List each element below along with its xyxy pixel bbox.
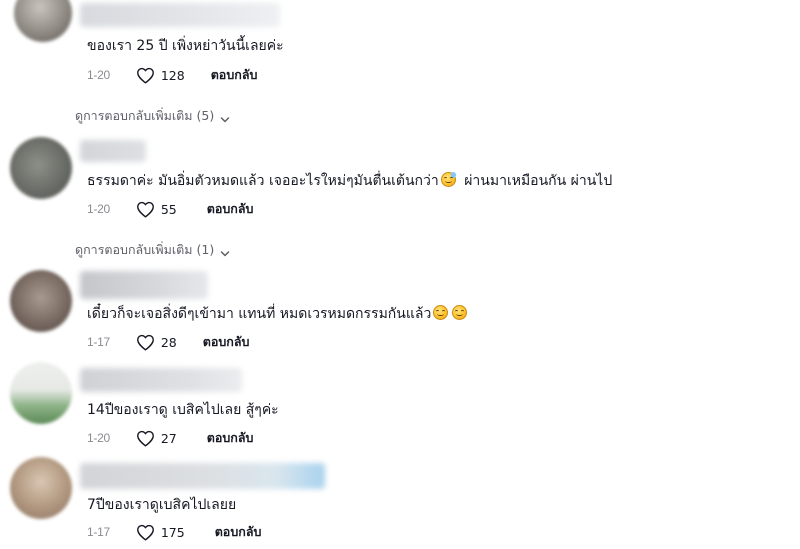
grinning-sweat-emoji-icon [440, 172, 456, 187]
username-blurred[interactable] [80, 140, 146, 162]
like-button[interactable]: 28 [136, 334, 177, 351]
comment-date: 1-17 [87, 335, 110, 349]
reply-button[interactable]: ตอบกลับ [207, 199, 254, 219]
comment-meta: 1-17 175 ตอบกลับ [87, 523, 261, 541]
smiling-face-emoji-icon [452, 305, 468, 320]
avatar[interactable] [10, 270, 72, 332]
heart-outline-icon [136, 201, 155, 218]
comment-text: ธรรมดาค่ะ มันอิ่มตัวหมดแล้ว เจออะไรใหม่ๆ… [87, 172, 612, 190]
comment-meta: 1-17 28 ตอบกลับ [87, 333, 249, 351]
avatar[interactable] [10, 457, 72, 519]
comment-text-part: เดี๋ยวก็จะเจอสิ่งดีๆเข้ามา แทนที่ หมดเวร… [87, 306, 432, 322]
username-blurred[interactable] [80, 368, 242, 392]
heart-outline-icon [136, 334, 155, 351]
like-count: 128 [160, 67, 185, 83]
comment-text: 7ปีของเราดูเบสิคไปเลยย [87, 497, 237, 513]
like-button[interactable]: 128 [136, 67, 185, 84]
smiling-face-emoji-icon [433, 305, 449, 320]
view-more-label: ดูการตอบกลับเพิ่มเติม (5) [75, 108, 215, 123]
heart-outline-icon [136, 430, 155, 447]
view-more-replies-button[interactable]: ดูการตอบกลับเพิ่มเติม (1) [75, 240, 230, 260]
comment-meta: 1-20 27 ตอบกลับ [87, 429, 253, 447]
comment-date: 1-20 [87, 431, 110, 445]
chevron-down-icon [220, 246, 230, 257]
comment-text: เดี๋ยวก็จะเจอสิ่งดีๆเข้ามา แทนที่ หมดเวร… [87, 305, 468, 323]
like-button[interactable]: 55 [136, 201, 177, 218]
like-count: 27 [160, 430, 177, 446]
username-blurred[interactable] [80, 463, 325, 489]
like-count: 28 [160, 334, 177, 350]
comment-text: ของเรา 25 ปี เพิ่งหย่าวันนี้เลยค่ะ [87, 38, 284, 54]
comment-date: 1-20 [87, 68, 110, 82]
username-blurred[interactable] [80, 271, 208, 299]
like-count: 55 [160, 201, 177, 217]
reply-button[interactable]: ตอบกลับ [207, 428, 254, 448]
comment-text: 14ปีของเราดู เบสิคไปเลย สู้ๆค่ะ [87, 402, 279, 418]
reply-button[interactable]: ตอบกลับ [203, 332, 250, 352]
avatar[interactable] [10, 362, 72, 424]
reply-button[interactable]: ตอบกลับ [211, 65, 258, 85]
heart-outline-icon [136, 67, 155, 84]
view-more-replies-button[interactable]: ดูการตอบกลับเพิ่มเติม (5) [75, 106, 230, 126]
comment-text-part: ธรรมดาค่ะ มันอิ่มตัวหมดแล้ว เจออะไรใหม่ๆ… [87, 173, 439, 189]
heart-outline-icon [136, 524, 155, 541]
username-blurred[interactable] [80, 3, 280, 27]
like-button[interactable]: 27 [136, 430, 177, 447]
comment-meta: 1-20 128 ตอบกลับ [87, 66, 257, 84]
view-more-label: ดูการตอบกลับเพิ่มเติม (1) [75, 242, 215, 257]
avatar[interactable] [14, 0, 72, 42]
comment-meta: 1-20 55 ตอบกลับ [87, 200, 253, 218]
comment-date: 1-17 [87, 525, 110, 539]
comment-date: 1-20 [87, 202, 110, 216]
chevron-down-icon [220, 112, 230, 123]
comment-text-part: ผ่านมาเหมือนกัน ผ่านไป [464, 173, 613, 189]
like-button[interactable]: 175 [136, 524, 185, 541]
like-count: 175 [160, 524, 185, 540]
reply-button[interactable]: ตอบกลับ [215, 522, 262, 542]
avatar[interactable] [10, 137, 72, 199]
